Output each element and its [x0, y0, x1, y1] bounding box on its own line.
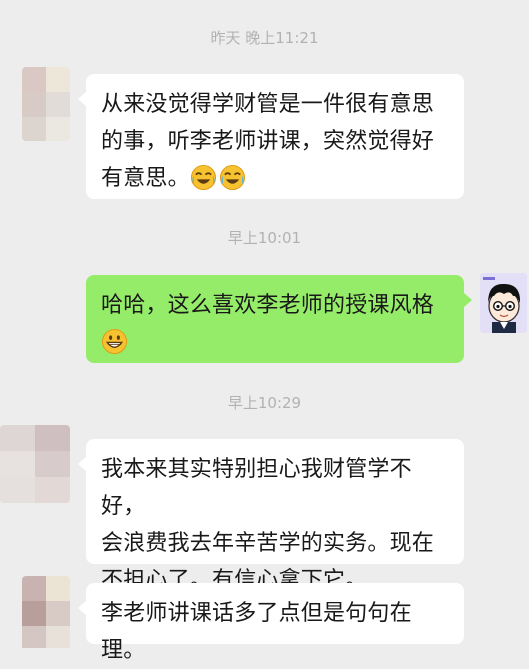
grinning-emoji-icon: [101, 328, 128, 367]
crying-laughing-emoji-icon: [219, 164, 246, 203]
message-line: [101, 324, 449, 367]
timestamp: 早上10:01: [227, 229, 302, 247]
message-bubble[interactable]: 我本来其实特别担心我财管学不好， 会浪费我去年辛苦学的实务。现在 不担心了。有信…: [86, 439, 464, 593]
user-avatar-icon[interactable]: [480, 273, 527, 333]
message-line: 我本来其实特别担心我财管学不好，: [101, 457, 412, 519]
message-bubble[interactable]: 李老师讲课话多了点但是句句在理。: [86, 583, 464, 663]
bubble-tail: [78, 457, 86, 471]
timestamp: 昨天 晚上11:21: [210, 29, 319, 47]
contact-avatar-icon[interactable]: [0, 425, 70, 503]
message-line: 的事，听李老师讲课，突然觉得好: [101, 129, 435, 154]
contact-avatar-icon[interactable]: [22, 67, 70, 141]
message-line: 李老师讲课话多了点但是句句在理。: [101, 601, 412, 663]
message-line: 有意思。: [101, 160, 449, 203]
message-line: 会浪费我去年辛苦学的实务。现在: [101, 531, 435, 556]
timestamp: 早上10:29: [227, 394, 302, 412]
message-bubble[interactable]: 哈哈，这么喜欢李老师的授课风格: [86, 275, 464, 363]
bubble-tail: [78, 92, 86, 106]
message-line: 从来没觉得学财管是一件很有意思: [101, 92, 435, 117]
bubble-tail: [78, 601, 86, 615]
bubble-tail: [464, 293, 472, 307]
message-line: 哈哈，这么喜欢李老师的授课风格: [101, 293, 435, 318]
crying-laughing-emoji-icon: [190, 164, 217, 203]
message-bubble[interactable]: 从来没觉得学财管是一件很有意思 的事，听李老师讲课，突然觉得好 有意思。: [86, 74, 464, 199]
contact-avatar-icon[interactable]: [22, 576, 70, 648]
